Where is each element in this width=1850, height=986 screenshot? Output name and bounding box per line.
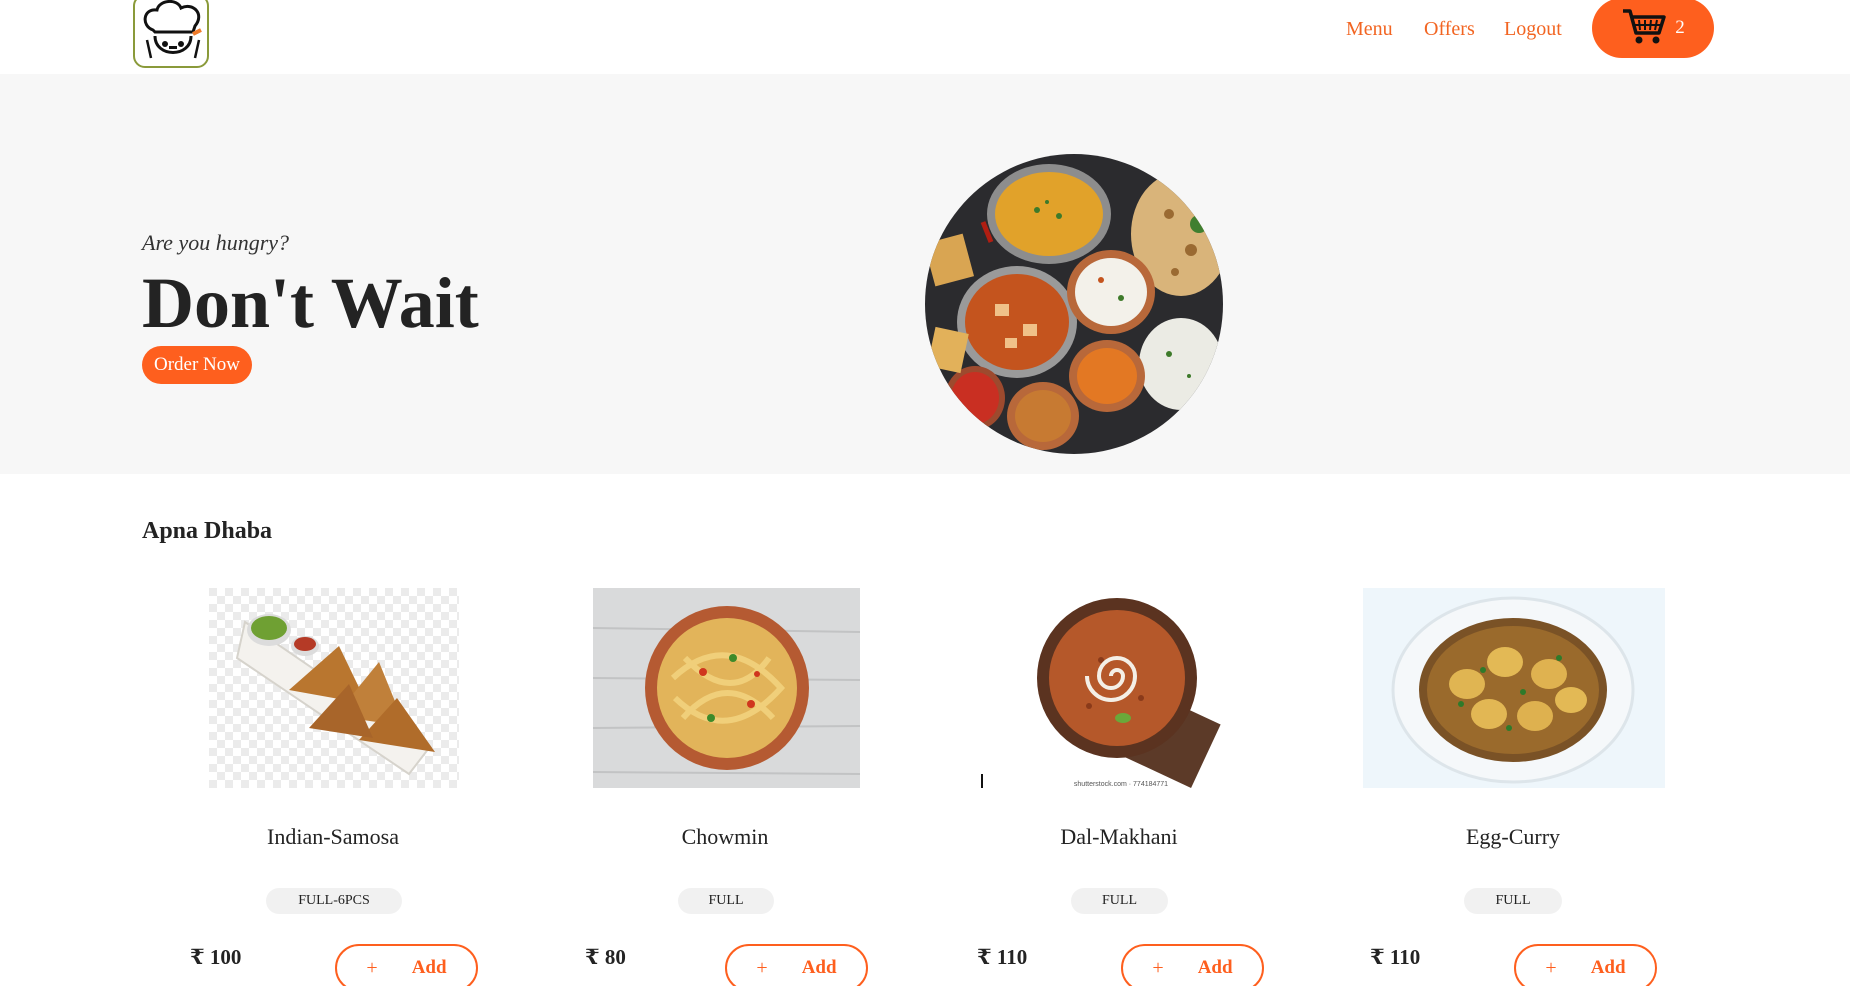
product-card: Indian-Samosa FULL-6PCS ₹ 100 + Add — [168, 588, 498, 986]
product-price: ₹ 100 — [190, 945, 242, 969]
cart-button[interactable]: 2 — [1592, 0, 1714, 58]
plus-icon: + — [756, 956, 768, 979]
add-to-cart-button[interactable]: + Add — [1121, 944, 1264, 986]
hero-section: Are you hungry? Don't Wait Order Now — [0, 74, 1850, 474]
product-price: ₹ 80 — [585, 945, 626, 969]
chef-logo-icon[interactable] — [133, 0, 209, 68]
product-image — [209, 588, 459, 788]
product-card: Chowmin FULL ₹ 80 + Add — [560, 588, 890, 986]
product-name: Dal-Makhani — [1060, 824, 1178, 849]
add-label: Add — [1590, 957, 1626, 978]
add-to-cart-button[interactable]: + Add — [335, 944, 478, 986]
order-now-button[interactable]: Order Now — [142, 346, 252, 384]
product-price: ₹ 110 — [977, 945, 1028, 969]
product-name: Indian-Samosa — [267, 824, 399, 849]
cart-count: 2 — [1675, 17, 1685, 38]
product-price: ₹ 110 — [1370, 945, 1421, 969]
size-badge: FULL-6PCS — [266, 888, 402, 914]
restaurant-title: Apna Dhaba — [142, 518, 273, 544]
plus-icon: + — [1152, 956, 1164, 979]
size-badge: FULL — [1464, 888, 1562, 914]
add-to-cart-button[interactable]: + Add — [1514, 944, 1657, 986]
nav-link-offers[interactable]: Offers — [1424, 18, 1475, 41]
product-card: shutterstock.com · 774184771 Dal-Makhani… — [954, 588, 1284, 986]
product-name: Egg-Curry — [1465, 824, 1561, 849]
add-label: Add — [411, 957, 447, 978]
plus-icon: + — [366, 956, 378, 979]
add-label: Add — [801, 957, 837, 978]
image-watermark: shutterstock.com · 774184771 — [1074, 781, 1168, 788]
nav-link-menu[interactable]: Menu — [1346, 18, 1393, 41]
size-badge: FULL — [678, 888, 774, 914]
plus-icon: + — [1545, 956, 1557, 979]
size-badge: FULL — [1071, 888, 1168, 914]
add-to-cart-button[interactable]: + Add — [725, 944, 868, 986]
hero-subtitle: Are you hungry? — [142, 230, 290, 255]
product-image — [593, 588, 860, 788]
product-image — [1363, 588, 1665, 788]
hero-title: Don't Wait — [142, 263, 479, 343]
hero-food-image — [925, 154, 1223, 454]
cart-icon — [1621, 6, 1667, 51]
add-label: Add — [1197, 957, 1233, 978]
product-image: shutterstock.com · 774184771 — [981, 588, 1261, 790]
navbar: Menu Offers Logout 2 — [0, 0, 1850, 74]
product-name: Chowmin — [681, 824, 769, 849]
product-card: Egg-Curry FULL ₹ 110 + Add — [1348, 588, 1678, 986]
nav-link-logout[interactable]: Logout — [1504, 18, 1562, 41]
